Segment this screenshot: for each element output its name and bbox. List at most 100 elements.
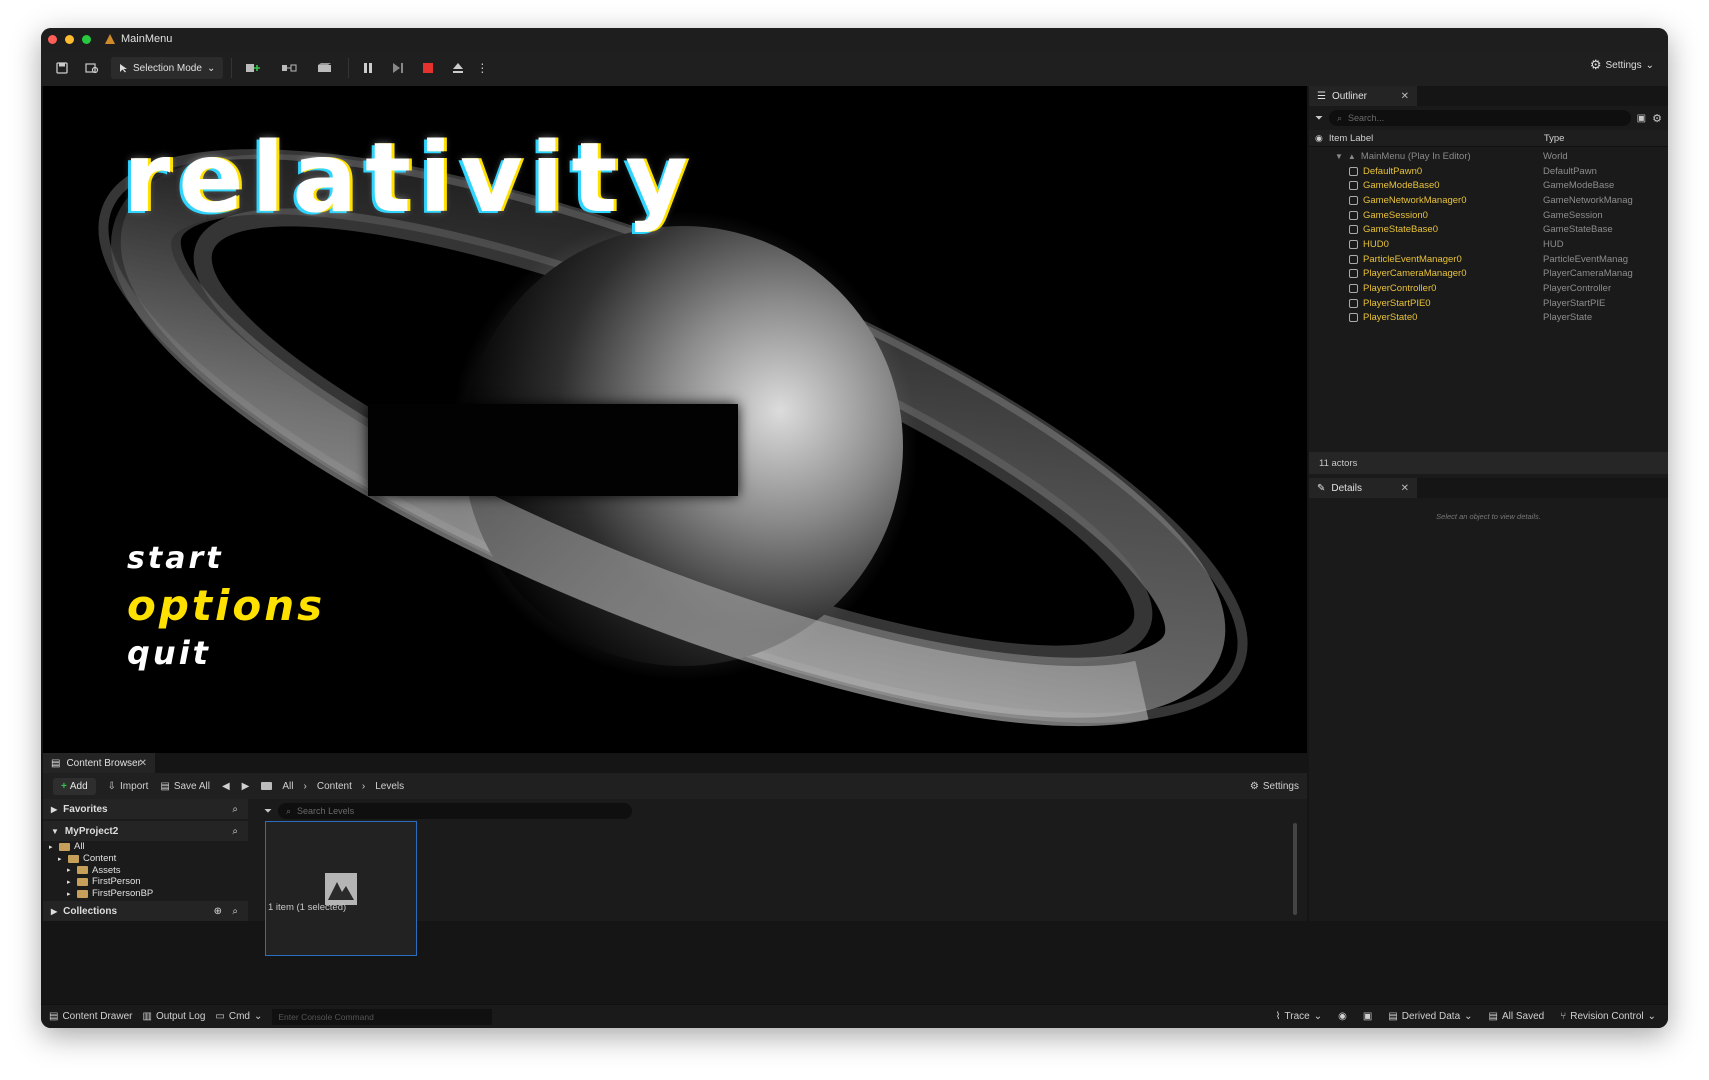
add-collection-icon[interactable]: ⊕ <box>214 906 222 917</box>
record-icon[interactable]: ◉ <box>1338 1011 1347 1022</box>
tree-item[interactable]: ▸ FirstPerson <box>43 876 248 888</box>
selection-mode-dropdown[interactable]: Selection Mode ⌄ <box>111 57 224 79</box>
tab-content-browser[interactable]: ▤ Content Browser ✕ <box>43 753 155 773</box>
close-window-button[interactable] <box>48 34 57 44</box>
game-title: relativity <box>123 122 696 234</box>
console-placeholder: Enter Console Command <box>278 1011 374 1022</box>
more-options-icon[interactable]: ⋮ <box>476 57 488 79</box>
frame-skip-icon[interactable] <box>387 57 409 79</box>
close-icon[interactable]: ✕ <box>139 758 147 769</box>
window-title-text: MainMenu <box>121 33 173 45</box>
add-folder-icon[interactable]: ▣ <box>1637 113 1646 124</box>
content-drawer-button[interactable]: ▤ Content Drawer <box>49 1011 132 1022</box>
outliner-row[interactable]: GameSession0 GameSession <box>1309 208 1668 223</box>
level-icon <box>105 34 115 44</box>
close-icon[interactable]: ✕ <box>1401 483 1409 494</box>
revision-control-dropdown[interactable]: ⑂ Revision Control ⌄ <box>1560 1011 1656 1022</box>
actor-icon <box>1349 225 1358 235</box>
console-input[interactable]: Enter Console Command <box>272 1008 493 1025</box>
tab-details[interactable]: ✎ Details ✕ <box>1309 478 1417 498</box>
outliner-row-type: DefaultPawn <box>1543 165 1597 177</box>
zoom-window-button[interactable] <box>82 34 91 44</box>
tree-item[interactable]: ▸ FirstPersonBP <box>43 888 248 899</box>
details-tab-label: Details <box>1331 482 1362 494</box>
all-saved-button[interactable]: ▤ All Saved <box>1489 1011 1545 1022</box>
asset-tile-level[interactable] <box>265 821 417 956</box>
breadcrumb-levels[interactable]: Levels <box>375 781 404 792</box>
asset-search-input[interactable]: ⌕ Search Levels <box>278 803 632 819</box>
trace-dropdown[interactable]: ⌇ Trace ⌄ <box>1276 1011 1322 1022</box>
tab-outliner[interactable]: ☰ Outliner ✕ <box>1309 86 1417 106</box>
tree-item[interactable]: ▸ All <box>43 841 248 853</box>
right-panel: ☰ Outliner ✕ ⏷ ⌕ Search... ▣ ⚙ ◉ Item La… <box>1309 86 1668 921</box>
derived-data-dropdown[interactable]: ▤ Derived Data ⌄ <box>1388 1011 1472 1022</box>
browse-icon[interactable] <box>81 57 103 79</box>
outliner-row[interactable]: GameStateBase0 GameStateBase <box>1309 222 1668 237</box>
history-forward-icon[interactable]: ▶ <box>242 781 250 792</box>
history-back-icon[interactable]: ◀ <box>222 781 230 792</box>
outliner-row[interactable]: GameNetworkManager0 GameNetworkManag <box>1309 193 1668 208</box>
outliner-row[interactable]: PlayerController0 PlayerController <box>1309 281 1668 296</box>
game-viewport[interactable]: relativity start options quit <box>43 86 1307 753</box>
outliner-row[interactable]: PlayerStartPIE0 PlayerStartPIE <box>1309 296 1668 311</box>
pause-icon[interactable] <box>357 57 379 79</box>
import-icon: ⇩ <box>107 780 117 792</box>
cmd-dropdown[interactable]: ▭ Cmd ⌄ <box>215 1011 262 1022</box>
eject-icon[interactable] <box>447 57 469 79</box>
cinematics-icon[interactable] <box>312 57 340 79</box>
outliner-row[interactable]: PlayerCameraManager0 PlayerCameraManag <box>1309 267 1668 282</box>
status-right-group: ⌇ Trace ⌄ ◉ ▣ ▤ Derived Data ⌄ ▤ All Sav… <box>1276 1011 1656 1022</box>
import-button[interactable]: ⇩ Import <box>108 781 149 792</box>
project-section[interactable]: ▼ MyProject2 ⌕ <box>43 821 248 841</box>
search-icon[interactable]: ⌕ <box>232 826 238 837</box>
menu-options-button[interactable]: options <box>127 581 325 630</box>
column-type[interactable]: Type <box>1544 133 1565 144</box>
minimize-window-button[interactable] <box>65 34 74 44</box>
eye-icon[interactable]: ◉ <box>1315 133 1323 144</box>
add-button[interactable]: + Add <box>53 777 96 795</box>
save-icon[interactable] <box>51 57 73 79</box>
outliner-row-type: GameStateBase <box>1543 224 1613 236</box>
breadcrumb-content[interactable]: Content <box>317 781 352 792</box>
outliner-row-label: PlayerState0 <box>1363 312 1418 324</box>
filter-icon[interactable]: ⏷ <box>264 806 272 817</box>
outliner-header: ◉ Item Label Type <box>1309 130 1668 147</box>
breadcrumb-all[interactable]: All <box>282 781 293 792</box>
gear-icon[interactable]: ⚙ <box>1652 112 1662 125</box>
asset-status: 1 item (1 selected) <box>268 902 347 913</box>
chevron-right-icon: ▶ <box>51 906 58 916</box>
outliner-root-row[interactable]: ▼ ▲ MainMenu (Play In Editor) World <box>1309 149 1668 164</box>
outliner-row[interactable]: DefaultPawn0 DefaultPawn <box>1309 164 1668 179</box>
stop-icon[interactable] <box>417 57 439 79</box>
log-icon: ▥ <box>142 1011 152 1022</box>
asset-scrollbar[interactable] <box>1293 823 1297 915</box>
tree-item[interactable]: ▸ Content <box>43 853 248 865</box>
add-actor-icon[interactable] <box>240 57 268 79</box>
blueprint-icon[interactable] <box>276 57 304 79</box>
output-log-button[interactable]: ▥ Output Log <box>142 1011 205 1022</box>
favorites-section[interactable]: ▶ Favorites ⌕ <box>43 799 248 819</box>
search-icon[interactable]: ⌕ <box>232 804 238 815</box>
content-settings-button[interactable]: ⚙ Settings <box>1250 781 1299 792</box>
screenshot-icon[interactable]: ▣ <box>1363 1011 1372 1022</box>
outliner-row[interactable]: HUD0 HUD <box>1309 237 1668 252</box>
menu-start-button[interactable]: start <box>127 541 224 576</box>
all-saved-label: All Saved <box>1501 1011 1545 1022</box>
asset-view: ⏷ ⌕ Search Levels 1 item (1 selected) <box>258 799 1307 956</box>
main-toolbar: Selection Mode ⌄ ⋮ ⚙ Settings ⌄ <box>41 50 1668 86</box>
outliner-row[interactable]: PlayerState0 PlayerState <box>1309 311 1668 326</box>
tree-item[interactable]: ▸ Assets <box>43 864 248 876</box>
outliner-row[interactable]: GameModeBase0 GameModeBase <box>1309 178 1668 193</box>
save-all-button[interactable]: ▤ Save All <box>160 781 210 792</box>
settings-button[interactable]: ⚙ Settings ⌄ <box>1590 57 1654 73</box>
search-icon[interactable]: ⌕ <box>232 906 238 917</box>
column-item-label[interactable]: Item Label <box>1329 133 1544 144</box>
chevron-icon: ▸ <box>67 867 71 875</box>
chevron-right-icon: ▶ <box>51 804 58 814</box>
outliner-row[interactable]: ParticleEventManager0 ParticleEventManag <box>1309 252 1668 267</box>
menu-quit-button[interactable]: quit <box>127 634 211 672</box>
outliner-search-input[interactable]: ⌕ Search... <box>1329 110 1631 126</box>
close-icon[interactable]: ✕ <box>1401 91 1409 102</box>
collections-section[interactable]: ▶ Collections ⊕ ⌕ <box>43 901 248 921</box>
filter-icon[interactable]: ⏷ <box>1315 113 1323 124</box>
